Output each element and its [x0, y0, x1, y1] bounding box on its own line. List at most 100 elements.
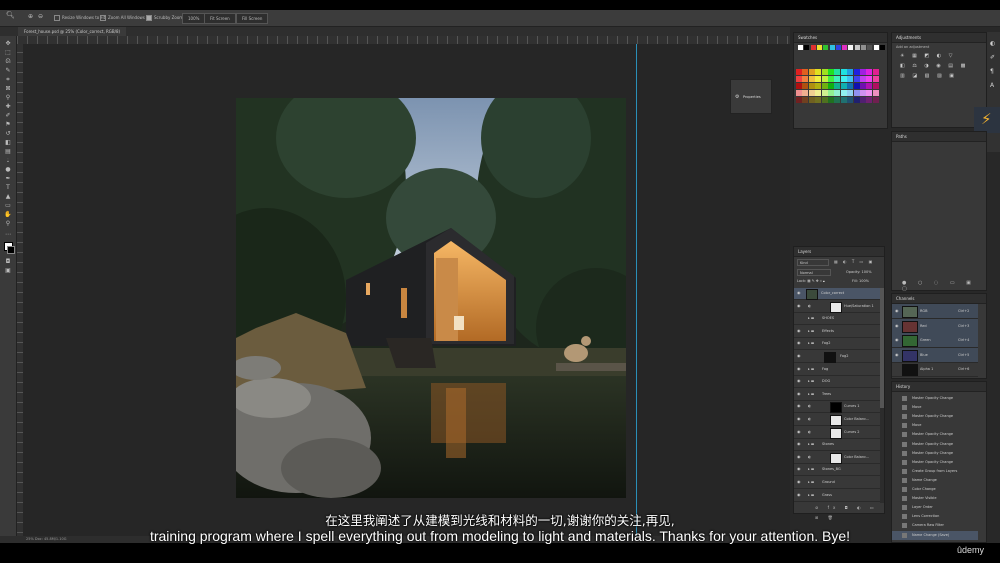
folder-icon[interactable]: ▸ ▬ — [808, 338, 814, 349]
swatch[interactable] — [828, 83, 834, 89]
layer-row[interactable]: ◉ ◐ Hue/Saturation 1 — [794, 301, 880, 313]
history-state[interactable]: Move — [892, 403, 978, 412]
layer-row[interactable]: ◉ ◐ Curves 2 — [794, 427, 880, 439]
swatch[interactable] — [866, 90, 873, 96]
swatch[interactable] — [802, 90, 809, 96]
swatch[interactable] — [860, 69, 866, 75]
swatch[interactable] — [829, 45, 835, 50]
screen-mode-icon[interactable]: ▣ — [4, 267, 12, 274]
swatch[interactable] — [821, 83, 828, 89]
layer-row[interactable]: ◉ ◐ Color Balanc... — [794, 414, 880, 426]
swatch[interactable] — [866, 97, 873, 103]
swatch[interactable] — [802, 83, 809, 89]
blend-mode-select[interactable]: Normal — [797, 269, 831, 276]
layer-row[interactable]: ◉ ◐ Color Balanc... — [794, 452, 880, 464]
layer-row[interactable]: ◉ ▸ ▬ Fog — [794, 364, 880, 376]
opacity-value[interactable]: 100% — [862, 270, 872, 274]
swatch[interactable] — [840, 97, 847, 103]
swatch[interactable] — [821, 97, 828, 103]
folder-icon[interactable]: ▸ ▬ — [808, 439, 814, 450]
layer-row[interactable]: ◉ ▸ ▬ Fog2 — [794, 338, 880, 351]
brush-panel-icon[interactable]: ✐ — [990, 54, 995, 61]
zoom-tool-icon[interactable]: 🔍︎ — [6, 11, 15, 20]
visibility-eye-icon[interactable]: ◉ — [797, 442, 801, 446]
swatch[interactable] — [840, 69, 847, 75]
dodge-tool-icon[interactable]: ● — [4, 166, 12, 173]
folder-icon[interactable]: ▸ ▬ — [808, 364, 814, 375]
swatch[interactable] — [835, 45, 841, 50]
layer-filter-icons[interactable]: ▦ ◐ T ▭ ▣ — [834, 259, 874, 264]
swatch[interactable] — [815, 69, 822, 75]
swatch[interactable] — [860, 76, 866, 82]
frame-tool-icon[interactable]: ⊠ — [4, 85, 12, 92]
history-state[interactable]: Master Opacity Change — [892, 440, 978, 449]
swatch[interactable] — [815, 83, 822, 89]
history-state[interactable]: Color Change — [892, 485, 978, 494]
layer-mask-thumbnail[interactable] — [830, 415, 842, 426]
history-state[interactable]: Master Opacity Change — [892, 449, 978, 458]
eraser-tool-icon[interactable]: ◧ — [4, 139, 12, 146]
swatch[interactable] — [834, 97, 841, 103]
visibility-eye-icon[interactable]: ◉ — [797, 291, 801, 295]
swatch[interactable] — [834, 76, 841, 82]
swatch[interactable] — [854, 45, 860, 50]
document-tab[interactable]: Forest_house.psd @ 25% (Color_correct, R… — [18, 27, 127, 36]
layer-mask-thumbnail[interactable] — [830, 427, 842, 439]
swatch[interactable] — [847, 76, 854, 82]
swatch[interactable] — [802, 76, 809, 82]
swatch[interactable] — [847, 83, 854, 89]
swatch[interactable] — [866, 76, 873, 82]
fill-value[interactable]: 100% — [859, 279, 869, 283]
visibility-eye-icon[interactable]: ◉ — [797, 303, 801, 308]
swatch[interactable] — [808, 69, 815, 75]
swatch[interactable] — [808, 90, 815, 96]
swatch[interactable] — [796, 69, 802, 75]
layer-row[interactable]: ◉ Fog2 — [794, 351, 880, 363]
history-state[interactable]: Create Group from Layers — [892, 467, 978, 476]
zoom-all-windows-checkbox[interactable]: Zoom All Windows — [100, 13, 145, 22]
resize-windows-checkbox[interactable]: Resize Windows to Fit — [54, 13, 105, 22]
zoom-tool-icon[interactable]: ⚲ — [4, 220, 12, 227]
visibility-eye-icon[interactable]: ◉ — [797, 429, 801, 434]
channel-row[interactable]: ◉ Green Ctrl+4 — [892, 333, 978, 348]
folder-icon[interactable]: ▸ ▬ — [808, 477, 814, 488]
channel-row[interactable]: ◉ RGB Ctrl+2 — [892, 304, 978, 319]
adjustment-icons-row-2[interactable]: ◧ ⚖ ◑ ◉ ▤ ▩ — [900, 63, 968, 69]
scrubby-zoom-checkbox[interactable]: Scrubby Zoom — [146, 13, 183, 22]
swatch[interactable] — [860, 97, 866, 103]
visibility-eye-icon[interactable]: ◉ — [895, 338, 899, 342]
visibility-eye-icon[interactable]: ◉ — [797, 328, 801, 333]
layer-row[interactable]: ◉ ▸ ▬ Ground — [794, 477, 880, 489]
swatch[interactable] — [872, 69, 879, 75]
path-select-icon[interactable]: ▲ — [4, 193, 12, 200]
layer-row[interactable]: ◉ ▸ ▬ Trees — [794, 389, 880, 401]
layer-row[interactable]: ◉ ▸ ▬ Effects — [794, 326, 880, 338]
gradient-tool-icon[interactable]: ▤ — [4, 148, 12, 155]
blur-tool-icon[interactable]: 💧︎ — [4, 157, 12, 164]
swatch[interactable] — [873, 45, 879, 50]
history-state[interactable]: Master Opacity Change — [892, 394, 978, 403]
visibility-eye-icon[interactable]: ◉ — [797, 391, 801, 396]
zoom-out-icon[interactable]: ⊖ — [38, 12, 43, 21]
crop-tool-icon[interactable]: ⌗ — [4, 76, 12, 83]
swatch[interactable] — [853, 83, 860, 89]
layer-row[interactable]: ◉ ▸ ▬ Grass — [794, 490, 880, 502]
swatch[interactable] — [796, 83, 802, 89]
layer-row[interactable]: ◉ ▸ ▬ Stones — [794, 439, 880, 452]
history-brush-icon[interactable]: ↺ — [4, 130, 12, 137]
visibility-eye-icon[interactable]: ◉ — [797, 454, 801, 459]
move-tool-icon[interactable]: ✥ — [4, 40, 12, 47]
channel-row[interactable]: ◉ Blue Ctrl+5 — [892, 347, 978, 363]
channel-row[interactable]: ◉ Red Ctrl+3 — [892, 318, 978, 334]
folder-icon[interactable]: ▸ ▬ — [808, 313, 814, 324]
history-state[interactable]: Master Opacity Change — [892, 458, 978, 467]
brush-tool-icon[interactable]: ✐ — [4, 112, 12, 119]
more-tools-icon[interactable]: ⋯ — [4, 231, 12, 238]
swatch[interactable] — [810, 45, 816, 50]
swatch[interactable] — [842, 45, 848, 50]
swatch[interactable] — [853, 76, 860, 82]
swatch[interactable] — [840, 83, 847, 89]
visibility-eye-icon[interactable]: ◉ — [797, 480, 801, 484]
swatch[interactable] — [828, 76, 834, 82]
history-state[interactable]: Move — [892, 421, 978, 430]
